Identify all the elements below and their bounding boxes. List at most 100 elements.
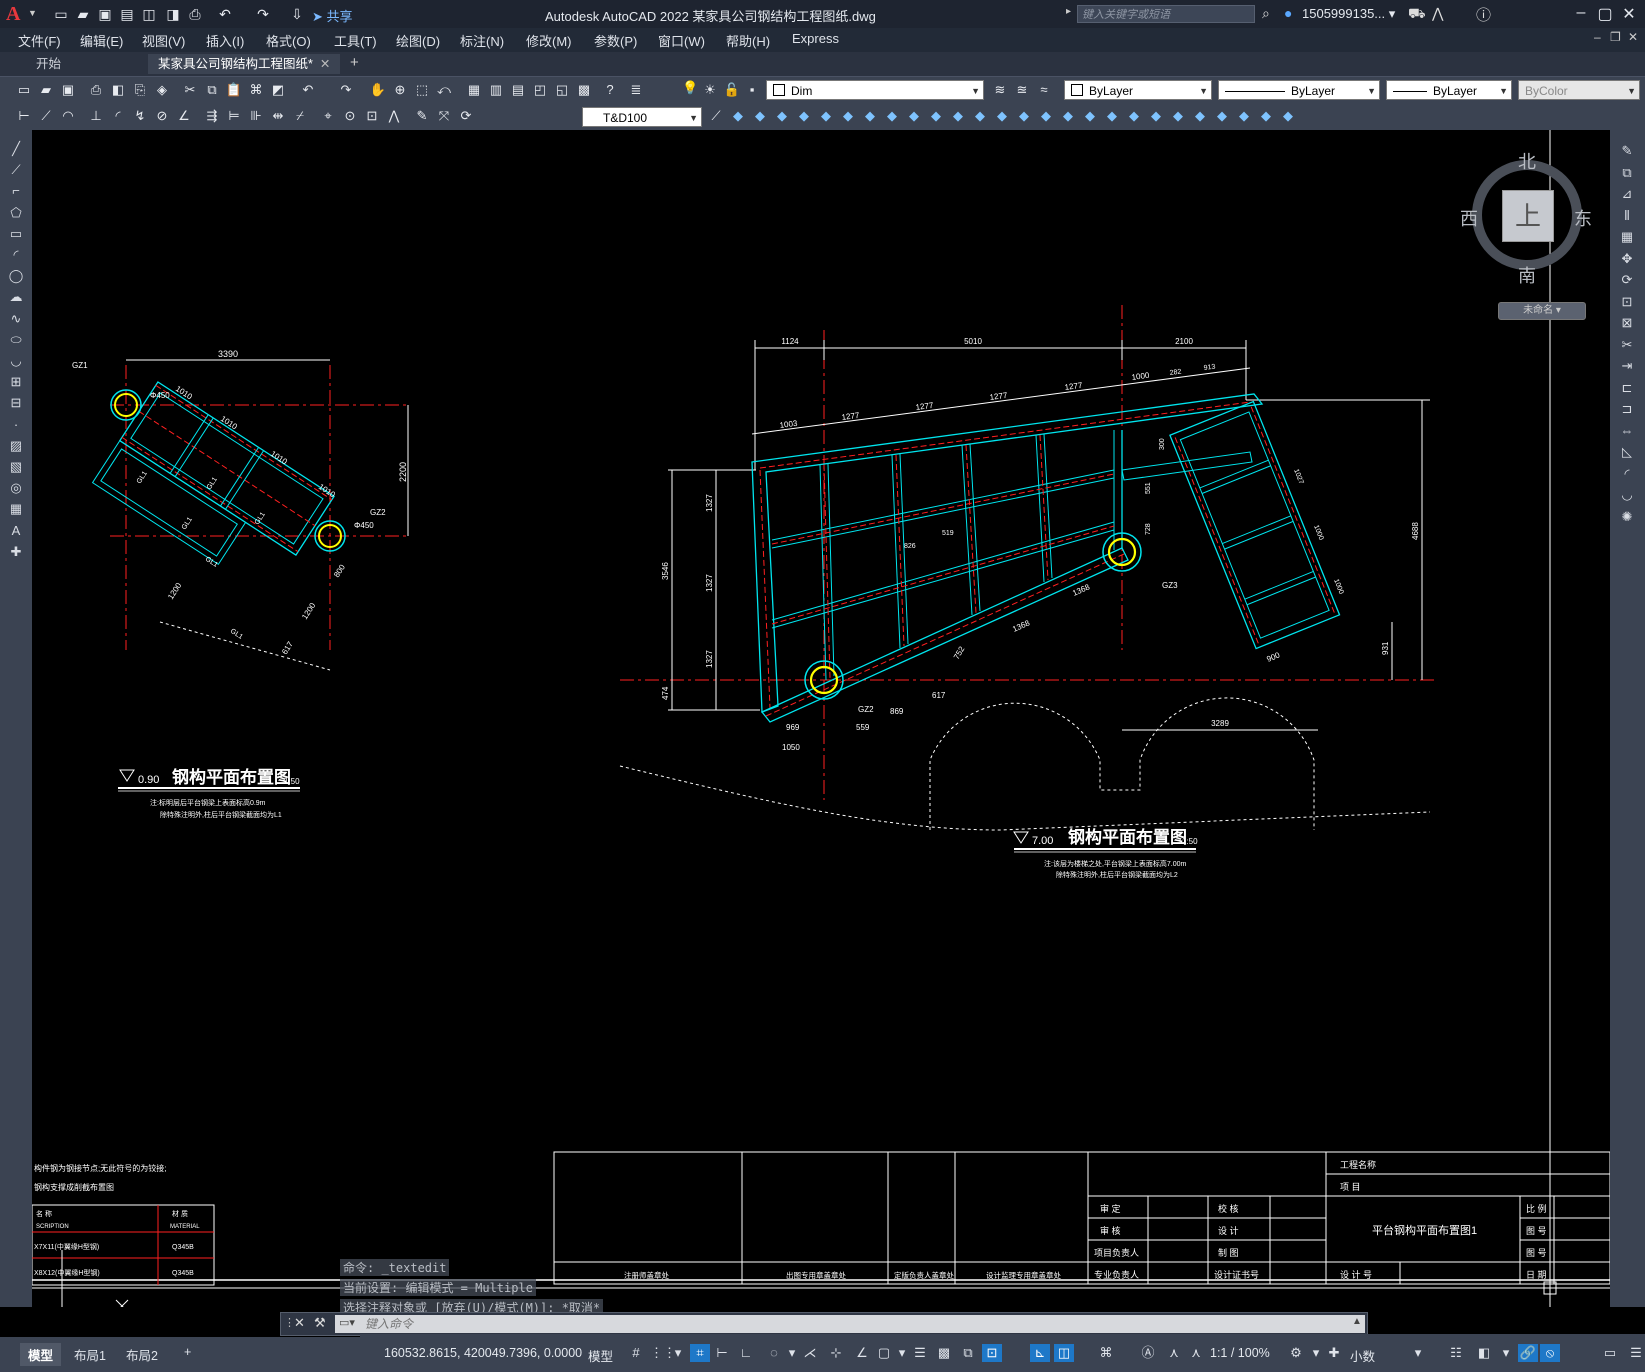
annoscale-icon-2[interactable]: ⋏ (1186, 1344, 1206, 1362)
inspection-icon[interactable]: ⊡ (362, 107, 382, 125)
save-web-icon[interactable]: ◨ (164, 6, 182, 22)
3d-pyramid-icon[interactable]: ◆ (860, 107, 880, 125)
zoom-previous-icon[interactable]: ⤺ (434, 81, 454, 99)
3d-print-icon[interactable]: ◈ (152, 81, 172, 99)
publish-icon[interactable]: ⎘ (130, 81, 150, 99)
wcs-dropdown[interactable]: 未命名 ▾ (1498, 302, 1586, 320)
viewcube-top-face[interactable]: 上 (1502, 190, 1554, 242)
model-space-toggle[interactable]: 模型 (588, 1346, 613, 1365)
layer-on-icon[interactable]: 💡 (682, 80, 698, 98)
tab-close-icon[interactable]: ✕ (320, 57, 330, 71)
anim-icon[interactable]: ◆ (1234, 107, 1254, 125)
snap-menu-icon[interactable]: ▾ (668, 1344, 688, 1362)
dimstyle-dropdown[interactable]: T&D100 ▼ (582, 107, 702, 127)
linetype-dropdown[interactable]: ByLayer ▼ (1218, 80, 1380, 100)
search-input[interactable]: 键入关键字或短语 (1077, 5, 1255, 23)
insert-block-icon[interactable]: ⊞ (6, 373, 26, 391)
annoscale-icon[interactable]: ⋏ (1164, 1344, 1184, 1362)
slice-icon[interactable]: ◆ (992, 107, 1012, 125)
menu-item-1[interactable]: 编辑(E) (80, 31, 123, 50)
visual-style-icon[interactable]: ◆ (1080, 107, 1100, 125)
compass-west[interactable]: 西 (1460, 205, 1478, 231)
cart-icon[interactable]: ⛟ (1408, 5, 1426, 24)
angular-icon[interactable]: ∠ (174, 107, 194, 125)
radius-icon[interactable]: ◜ (108, 107, 128, 125)
app-menu-chevron-icon[interactable]: ▼ (28, 8, 37, 18)
ortho-icon[interactable]: ∟ (736, 1344, 756, 1362)
tab-document[interactable]: 某家具公司钢结构工程图纸* ✕ (148, 54, 341, 74)
doc-restore-icon[interactable]: ❐ (1610, 30, 1621, 44)
spline-icon[interactable]: ∿ (6, 310, 26, 328)
erase-icon[interactable]: ✎ (1617, 142, 1637, 160)
revolve-icon[interactable]: ◆ (904, 107, 924, 125)
isodraft-icon[interactable]: ⋌ (800, 1344, 820, 1362)
cut-icon[interactable]: ✂ (180, 81, 200, 99)
color-dropdown[interactable]: ByLayer ▼ (1064, 80, 1212, 100)
circle-icon[interactable]: ◯ (6, 267, 26, 285)
command-close-icon[interactable]: ✕ (294, 1315, 305, 1331)
3d-cylinder-icon[interactable]: ◆ (816, 107, 836, 125)
tolerance-icon[interactable]: ⌖ (318, 107, 338, 125)
undo-icon[interactable]: ↶ (298, 81, 318, 99)
jogged-linear-icon[interactable]: ⋀ (384, 107, 404, 125)
rotate-icon[interactable]: ⟳ (1617, 271, 1637, 289)
add-selected-icon[interactable]: ✚ (6, 543, 26, 561)
autocad-logo-icon[interactable]: A (6, 3, 26, 25)
3d-sphere-icon[interactable]: ◆ (794, 107, 814, 125)
help-icon[interactable]: ⓘ (1476, 4, 1491, 25)
layout-tab-2[interactable]: 布局2 (118, 1343, 166, 1366)
plotstyle-dropdown[interactable]: ByColor ▼ (1518, 80, 1640, 100)
units-menu-icon[interactable]: ▾ (1408, 1344, 1428, 1362)
grid-icon[interactable]: # (626, 1344, 646, 1362)
fly-icon[interactable]: ◆ (1212, 107, 1232, 125)
new-icon[interactable]: ▭ (14, 81, 34, 99)
orbit-icon[interactable]: ◆ (1256, 107, 1276, 125)
explode-icon[interactable]: ✺ (1617, 508, 1637, 526)
command-expand-icon[interactable]: ▲ (1352, 1316, 1362, 1327)
shade-icon[interactable]: ◆ (1278, 107, 1298, 125)
zoom-realtime-icon[interactable]: ⊕ (390, 81, 410, 99)
aligned-dim-icon[interactable]: ⟋ (36, 107, 56, 125)
layout-tab-1[interactable]: 布局1 (66, 1343, 114, 1366)
layer-previous-icon[interactable]: ≊ (1012, 81, 1032, 99)
layer-dropdown[interactable]: Dim ▼ (766, 80, 984, 100)
compass-south[interactable]: 南 (1518, 262, 1536, 288)
new-tab-button[interactable]: + (350, 54, 359, 71)
minimize-icon[interactable]: – (1570, 4, 1592, 22)
tab-start[interactable]: 开始 (26, 54, 71, 74)
ellipse-arc-icon[interactable]: ◡ (6, 352, 26, 370)
autodesk-app-icon[interactable]: ⋀ (1432, 5, 1443, 22)
quickcalc-icon[interactable]: ▩ (574, 81, 594, 99)
redo-icon[interactable]: ↷ (336, 81, 356, 99)
layer-props-icon[interactable]: ≣ (626, 81, 646, 99)
maximize-icon[interactable]: ▢ (1594, 4, 1616, 24)
construction-line-icon[interactable]: ⟋ (6, 161, 26, 179)
break-at-point-icon[interactable]: ⊏ (1617, 379, 1637, 397)
union-icon[interactable]: ◆ (926, 107, 946, 125)
continue-icon[interactable]: ⊪ (246, 107, 266, 125)
arc-icon[interactable]: ◜ (6, 246, 26, 264)
view-icon[interactable]: ◆ (1058, 107, 1078, 125)
stretch-icon[interactable]: ⊠ (1617, 314, 1637, 332)
material-icon[interactable]: ◆ (1146, 107, 1166, 125)
mirror-icon[interactable]: ⊿ (1617, 185, 1637, 203)
layer-color-icon[interactable]: ▪ (742, 81, 762, 99)
match-prop-icon[interactable]: ⌘ (246, 81, 266, 99)
section-icon[interactable]: ◆ (1014, 107, 1034, 125)
intersect-icon[interactable]: ◆ (970, 107, 990, 125)
line-icon[interactable]: ╱ (6, 140, 26, 158)
compass-north[interactable]: 北 (1518, 148, 1536, 174)
fillet-icon[interactable]: ◜ (1617, 465, 1637, 483)
menu-item-12[interactable]: Express (792, 31, 839, 46)
blend-icon[interactable]: ◡ (1617, 486, 1637, 504)
user-icon[interactable]: ● (1284, 5, 1292, 21)
camera-icon[interactable]: ◆ (1168, 107, 1188, 125)
render-icon[interactable]: ◆ (1102, 107, 1122, 125)
lock-icon[interactable]: 🔓 (722, 81, 742, 99)
block-editor-icon[interactable]: ◩ (268, 81, 288, 99)
menu-item-11[interactable]: 帮助(H) (726, 31, 770, 50)
polar-icon[interactable]: ◌ (764, 1344, 784, 1362)
menu-item-7[interactable]: 标注(N) (460, 31, 504, 50)
design-center-icon[interactable]: ▥ (486, 81, 506, 99)
annotation-scale[interactable]: 1:1 / 100% (1210, 1346, 1270, 1360)
